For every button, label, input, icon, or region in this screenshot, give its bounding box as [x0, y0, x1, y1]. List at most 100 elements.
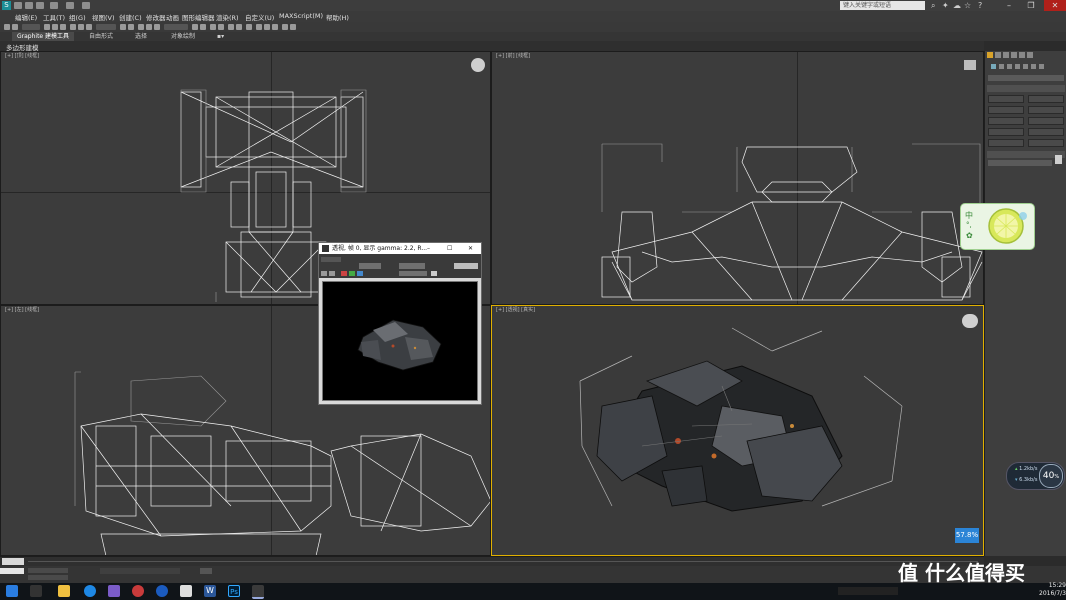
ribbon-options-icon[interactable]: ▪▾: [212, 32, 229, 41]
minimize-button[interactable]: –: [998, 0, 1020, 11]
select-object-icon[interactable]: [44, 24, 50, 30]
cmd-button-3[interactable]: [988, 106, 1024, 114]
cmd-button-1[interactable]: [988, 95, 1024, 103]
viewcube-icon[interactable]: [962, 314, 978, 328]
open-file-icon[interactable]: [25, 2, 33, 9]
render-active-icon[interactable]: [290, 24, 296, 30]
helpers-icon[interactable]: [1023, 64, 1028, 69]
green-channel-icon[interactable]: [349, 271, 355, 276]
rotate-icon[interactable]: [78, 24, 84, 30]
motion-tab-icon[interactable]: [1011, 52, 1017, 58]
selection-filter-dropdown[interactable]: [22, 24, 40, 30]
dropdown-icon[interactable]: [82, 2, 90, 9]
tab-object-paint[interactable]: 对象绘制: [166, 32, 200, 41]
render-setup-icon[interactable]: [256, 24, 262, 30]
name-color-rollout[interactable]: [987, 151, 1065, 158]
mirror-icon[interactable]: [192, 24, 198, 30]
render-window-titlebar[interactable]: 透视, 帧 0, 显示 gamma: 2.2, R... – ☐ ✕: [319, 243, 481, 254]
menu-group[interactable]: 组(G): [69, 12, 86, 22]
cmd-button-4[interactable]: [1028, 106, 1064, 114]
move-icon[interactable]: [70, 24, 76, 30]
select-manipulate-icon[interactable]: [128, 24, 134, 30]
viewcube-icon[interactable]: [471, 58, 485, 72]
photoshop-icon[interactable]: Ps: [228, 585, 240, 597]
tab-freeform[interactable]: 自由形式: [84, 32, 118, 41]
tab-graphite-modeling[interactable]: Graphite 建模工具: [12, 32, 75, 41]
cameras-icon[interactable]: [1015, 64, 1020, 69]
browser-icon[interactable]: [84, 585, 96, 597]
file-explorer-icon[interactable]: [58, 585, 70, 597]
spacewarps-icon[interactable]: [1031, 64, 1036, 69]
color-swatch[interactable]: [431, 271, 437, 276]
snap-toggle-icon[interactable]: [138, 24, 144, 30]
ime-widget[interactable]: 中 °, ✿: [960, 203, 1035, 250]
ime-settings-icon[interactable]: ✿: [966, 231, 973, 240]
help-icon[interactable]: ?: [978, 1, 982, 10]
cmd-button-6[interactable]: [1028, 117, 1064, 125]
render-close-button[interactable]: ✕: [468, 243, 473, 254]
render-maximize-button[interactable]: ☐: [447, 243, 452, 254]
pivot-icon[interactable]: [120, 24, 126, 30]
help-cloud-icon[interactable]: ☁: [953, 1, 961, 10]
align-icon[interactable]: [200, 24, 206, 30]
blue-channel-icon[interactable]: [357, 271, 363, 276]
menu-modifiers[interactable]: 修改器: [146, 12, 166, 22]
percent-snap-icon[interactable]: [154, 24, 160, 30]
select-region-icon[interactable]: [52, 24, 58, 30]
system-tray[interactable]: [838, 587, 898, 595]
3dsmax-taskbar-icon[interactable]: [252, 585, 264, 599]
menu-edit[interactable]: 编辑(E): [15, 12, 37, 22]
viewport-front[interactable]: [+] [前] [线框]: [491, 51, 984, 305]
binoculars-icon[interactable]: ⌕: [931, 1, 935, 10]
menu-animation[interactable]: 动画: [166, 12, 179, 22]
search-input[interactable]: 键入关键字或短语: [840, 1, 925, 10]
cmd-button-9[interactable]: [988, 139, 1024, 147]
tab-selection[interactable]: 选择: [130, 32, 152, 41]
create-tab-icon[interactable]: [987, 52, 993, 58]
cmd-button-8[interactable]: [1028, 128, 1064, 136]
render-iterative-icon[interactable]: [282, 24, 288, 30]
render-production-icon[interactable]: [272, 24, 278, 30]
undo-tool-icon[interactable]: [4, 24, 10, 30]
copy-image-icon[interactable]: [329, 271, 335, 276]
app-blue-icon[interactable]: [156, 585, 168, 597]
curve-editor-icon[interactable]: [228, 24, 234, 30]
object-type-dropdown[interactable]: [988, 75, 1064, 81]
red-channel-icon[interactable]: [341, 271, 347, 276]
object-name-field[interactable]: [988, 160, 1052, 166]
viewport-dropdown[interactable]: [359, 263, 381, 269]
reference-coord-dropdown[interactable]: [96, 24, 116, 30]
object-color-swatch[interactable]: [1055, 155, 1062, 164]
shapes-icon[interactable]: [999, 64, 1004, 69]
save-image-icon[interactable]: [321, 271, 327, 276]
modify-tab-icon[interactable]: [995, 52, 1001, 58]
render-preset-dropdown[interactable]: [399, 263, 425, 269]
material-editor-icon[interactable]: [246, 24, 252, 30]
viewport-perspective[interactable]: [+] [透视] [真实]: [491, 305, 984, 556]
display-tab-icon[interactable]: [1019, 52, 1025, 58]
rendered-frame-window[interactable]: 透视, 帧 0, 显示 gamma: 2.2, R... – ☐ ✕: [318, 242, 482, 405]
named-selection-dropdown[interactable]: [164, 24, 188, 30]
channel-dropdown[interactable]: [399, 271, 427, 276]
zoom-badge[interactable]: 57.8%: [955, 528, 979, 543]
start-button-icon[interactable]: [6, 585, 18, 597]
redo-tool-icon[interactable]: [12, 24, 18, 30]
ime-punct-icon[interactable]: °,: [966, 221, 972, 229]
menu-customize[interactable]: 自定义(U): [245, 12, 274, 22]
new-file-icon[interactable]: [14, 2, 22, 9]
schematic-view-icon[interactable]: [236, 24, 242, 30]
scale-icon[interactable]: [86, 24, 92, 30]
cmd-button-10[interactable]: [1028, 139, 1064, 147]
menu-graph-editors[interactable]: 图形编辑器: [182, 12, 215, 22]
coordinate-fields[interactable]: [100, 568, 180, 574]
memory-usage-dial[interactable]: 40%: [1039, 464, 1063, 488]
menu-create[interactable]: 创建(C): [119, 12, 142, 22]
layer-manager-icon[interactable]: [210, 24, 216, 30]
window-crossing-icon[interactable]: [60, 24, 66, 30]
printer-icon[interactable]: [180, 585, 192, 597]
cmd-button-2[interactable]: [1028, 95, 1064, 103]
time-slider-thumb[interactable]: [2, 558, 24, 565]
maxscript-listener[interactable]: [0, 568, 24, 574]
graphite-toggle-icon[interactable]: [218, 24, 224, 30]
wrench-icon[interactable]: ✦: [942, 1, 949, 10]
